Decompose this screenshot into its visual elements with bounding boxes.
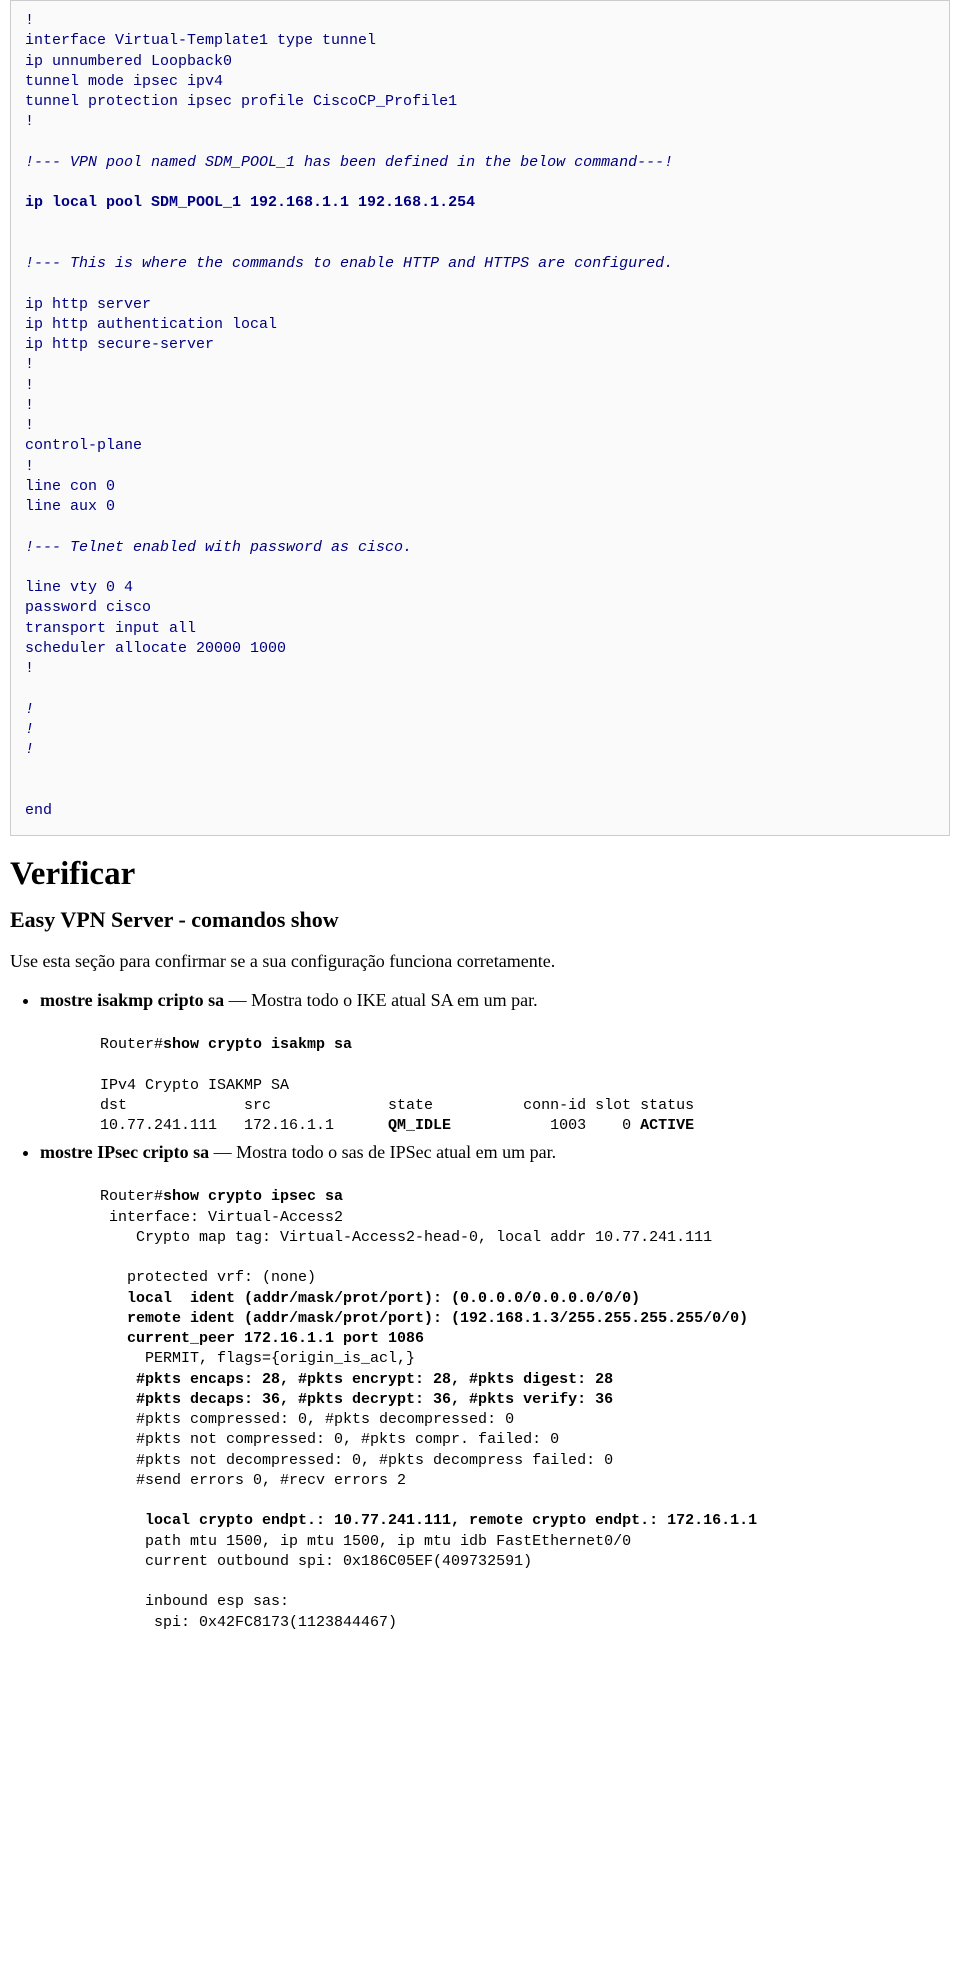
cfg-line: !: [25, 12, 34, 29]
cfg-comment: !--- VPN pool named SDM_POOL_1 has been …: [25, 154, 673, 171]
out-line: Crypto map tag: Virtual-Access2-head-0, …: [100, 1229, 712, 1246]
out-bold: #pkts decaps: 36, #pkts decrypt: 36, #pk…: [100, 1391, 613, 1408]
cfg-comment: !--- This is where the commands to enabl…: [25, 255, 673, 272]
cfg-line: end: [25, 802, 52, 819]
out-bold: ACTIVE: [640, 1117, 694, 1134]
out-line: dst src state conn-id slot status: [100, 1097, 694, 1114]
out-cmd: show crypto ipsec sa: [163, 1188, 343, 1205]
out-line: protected vrf: (none): [100, 1269, 316, 1286]
cfg-line-italic: !: [25, 701, 34, 718]
isakmp-output: Router#show crypto isakmp sa IPv4 Crypto…: [100, 1035, 950, 1136]
cmd-name: mostre IPsec cripto sa: [40, 1142, 209, 1162]
out-bold: local crypto endpt.: 10.77.241.111, remo…: [100, 1512, 757, 1529]
out-line: 1003 0: [451, 1117, 640, 1134]
cfg-line-italic: !: [25, 741, 34, 758]
cfg-line: !: [25, 417, 34, 434]
cfg-line: !: [25, 458, 34, 475]
out-line: IPv4 Crypto ISAKMP SA: [100, 1077, 289, 1094]
ipsec-output: Router#show crypto ipsec sa interface: V…: [100, 1187, 950, 1633]
cfg-line: !: [25, 356, 34, 373]
cfg-line: password cisco: [25, 599, 151, 616]
router-config-block: ! interface Virtual-Template1 type tunne…: [10, 0, 950, 836]
show-commands-list: mostre isakmp cripto sa — Mostra todo o …: [10, 990, 950, 1633]
out-line: Router#: [100, 1036, 163, 1053]
cfg-line-italic: !: [25, 721, 34, 738]
cfg-line: interface Virtual-Template1 type tunnel: [25, 32, 376, 49]
cfg-line: scheduler allocate 20000 1000: [25, 640, 286, 657]
cfg-line: ip http authentication local: [25, 316, 277, 333]
out-line: current outbound spi: 0x186C05EF(4097325…: [100, 1553, 532, 1570]
cfg-line: line aux 0: [25, 498, 115, 515]
out-line: spi: 0x42FC8173(1123844467): [100, 1614, 397, 1631]
out-line: PERMIT, flags={origin_is_acl,}: [100, 1350, 415, 1367]
section-heading-verificar: Verificar: [10, 856, 950, 893]
out-bold: current_peer 172.16.1.1 port 1086: [100, 1330, 424, 1347]
out-line: #pkts not compressed: 0, #pkts compr. fa…: [100, 1431, 559, 1448]
cfg-line: !: [25, 113, 34, 130]
cfg-line: ip http server: [25, 296, 151, 313]
cfg-line: transport input all: [25, 620, 196, 637]
cfg-line: tunnel mode ipsec ipv4: [25, 73, 223, 90]
out-line: 10.77.241.111 172.16.1.1: [100, 1117, 388, 1134]
cfg-line: ip http secure-server: [25, 336, 214, 353]
out-line: #pkts compressed: 0, #pkts decompressed:…: [100, 1411, 514, 1428]
out-line: Router#: [100, 1188, 163, 1205]
subsection-heading-show: Easy VPN Server - comandos show: [10, 907, 950, 933]
cfg-line: ip unnumbered Loopback0: [25, 53, 232, 70]
out-cmd: show crypto isakmp sa: [163, 1036, 352, 1053]
cmd-name: mostre isakmp cripto sa: [40, 990, 224, 1010]
out-line: #pkts not decompressed: 0, #pkts decompr…: [100, 1452, 613, 1469]
cfg-line: line con 0: [25, 478, 115, 495]
out-bold: remote ident (addr/mask/prot/port): (192…: [100, 1310, 748, 1327]
out-line: inbound esp sas:: [100, 1593, 289, 1610]
cfg-line: line vty 0 4: [25, 579, 133, 596]
cfg-comment: !--- Telnet enabled with password as cis…: [25, 539, 412, 556]
cfg-line: control-plane: [25, 437, 142, 454]
out-bold: #pkts encaps: 28, #pkts encrypt: 28, #pk…: [100, 1371, 613, 1388]
intro-paragraph: Use esta seção para confirmar se a sua c…: [10, 951, 950, 972]
out-bold: QM_IDLE: [388, 1117, 451, 1134]
list-item: mostre isakmp cripto sa — Mostra todo o …: [40, 990, 950, 1136]
list-item: mostre IPsec cripto sa — Mostra todo o s…: [40, 1142, 950, 1633]
cfg-line: tunnel protection ipsec profile CiscoCP_…: [25, 93, 457, 110]
cfg-line-bold: ip local pool SDM_POOL_1 192.168.1.1 192…: [25, 194, 475, 211]
cmd-desc: — Mostra todo o IKE atual SA em um par.: [224, 990, 537, 1010]
out-line: #send errors 0, #recv errors 2: [100, 1472, 406, 1489]
cfg-line: !: [25, 397, 34, 414]
out-line: path mtu 1500, ip mtu 1500, ip mtu idb F…: [100, 1533, 631, 1550]
cfg-line: !: [25, 660, 34, 677]
out-line: interface: Virtual-Access2: [100, 1209, 343, 1226]
cmd-desc: — Mostra todo o sas de IPSec atual em um…: [209, 1142, 556, 1162]
out-bold: local ident (addr/mask/prot/port): (0.0.…: [100, 1290, 640, 1307]
cfg-line: !: [25, 377, 34, 394]
config-pre: ! interface Virtual-Template1 type tunne…: [25, 11, 935, 821]
